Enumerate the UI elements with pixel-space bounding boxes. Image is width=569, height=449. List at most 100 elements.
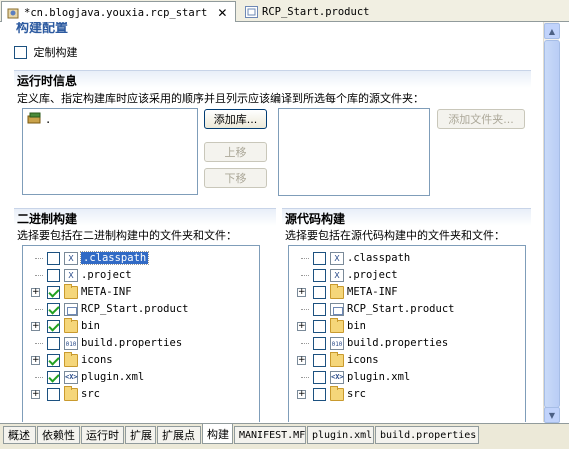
- tree-item-checkbox[interactable]: [313, 320, 326, 333]
- folder-icon: [330, 386, 344, 401]
- tree-item-checkbox[interactable]: [313, 337, 326, 350]
- tree-item-checkbox[interactable]: [47, 303, 60, 316]
- tree-item[interactable]: X .project: [23, 267, 253, 284]
- tree-item-checkbox[interactable]: [47, 337, 60, 350]
- add-library-button[interactable]: 添加库...: [204, 109, 267, 129]
- page-tab-overview[interactable]: 概述: [3, 426, 36, 444]
- tree-item-label: bin: [81, 320, 100, 332]
- tree-item-checkbox[interactable]: [47, 388, 60, 401]
- tree-item[interactable]: RCP_Start.product: [23, 301, 253, 318]
- tree-item-checkbox[interactable]: [47, 269, 60, 282]
- xml-file-icon: <X>: [330, 371, 344, 384]
- tree-item-checkbox[interactable]: [313, 286, 326, 299]
- library-jar-icon: [27, 112, 43, 127]
- expand-icon[interactable]: +: [31, 288, 40, 297]
- tree-item[interactable]: + bin: [23, 318, 253, 335]
- folder-icon: [330, 284, 344, 299]
- tree-item[interactable]: 010 build.properties: [289, 335, 519, 352]
- close-icon[interactable]: ✕: [217, 6, 227, 20]
- library-label: .: [45, 113, 52, 126]
- runtime-section-header: [14, 70, 531, 88]
- tree-item-checkbox[interactable]: [313, 303, 326, 316]
- custom-build-checkbox[interactable]: [14, 45, 27, 59]
- page-tab-extensions[interactable]: 扩展: [125, 426, 156, 444]
- tree-item[interactable]: <X> plugin.xml: [289, 369, 519, 386]
- tree-item[interactable]: X .classpath: [289, 250, 519, 267]
- library-list[interactable]: .: [22, 108, 198, 195]
- tree-item-checkbox[interactable]: [47, 371, 60, 384]
- tree-item[interactable]: 010 build.properties: [23, 335, 253, 352]
- expand-icon[interactable]: +: [297, 390, 306, 399]
- tree-item-checkbox[interactable]: [313, 252, 326, 265]
- source-build-tree[interactable]: X .classpath X .project + META-INF RCP_Start.p…: [288, 245, 526, 422]
- tree-item-label: .classpath: [347, 252, 411, 264]
- move-up-button[interactable]: 上移: [204, 142, 267, 162]
- tree-item-checkbox[interactable]: [313, 371, 326, 384]
- tree-item[interactable]: + META-INF: [23, 284, 253, 301]
- custom-build-option[interactable]: 定制构建: [14, 44, 78, 60]
- tree-item-label: icons: [347, 354, 379, 366]
- tree-item[interactable]: + icons: [289, 352, 519, 369]
- tree-connector: [35, 258, 43, 259]
- page-tab-plugin-xml[interactable]: plugin.xml: [307, 426, 374, 444]
- list-item[interactable]: .: [27, 112, 51, 127]
- tree-item-label: build.properties: [347, 337, 449, 349]
- editor-tab-product[interactable]: RCP_Start.product: [240, 1, 390, 22]
- tree-connector: [35, 377, 43, 378]
- expand-icon[interactable]: +: [31, 322, 40, 331]
- runtime-section-description: 定义库、指定构建库时应该采用的顺序并且列示应该编译到所选每个库的源文件夹：: [17, 92, 424, 105]
- page-tab-dependencies[interactable]: 依赖性: [37, 426, 80, 444]
- page-tab-build[interactable]: 构建: [202, 424, 233, 444]
- tree-item[interactable]: + src: [289, 386, 519, 403]
- editor-tab-bar: *cn.blogjava.youxia.rcp_start ✕ RCP_Star…: [0, 0, 569, 23]
- tree-item-label: .project: [81, 269, 132, 281]
- scrollbar-thumb[interactable]: [544, 40, 560, 408]
- scroll-up-button[interactable]: ▲: [544, 23, 560, 39]
- tree-item[interactable]: X .classpath: [23, 250, 253, 267]
- binary-build-tree[interactable]: X .classpath X .project + META-INF RCP_Start.p…: [22, 245, 260, 422]
- properties-file-icon: 010: [64, 337, 78, 350]
- tree-item[interactable]: + icons: [23, 352, 253, 369]
- add-folder-button[interactable]: 添加文件夹...: [437, 109, 525, 129]
- tree-item[interactable]: <X> plugin.xml: [23, 369, 253, 386]
- tree-item-label: META-INF: [81, 286, 132, 298]
- tree-item-checkbox[interactable]: [313, 388, 326, 401]
- editor-tab-manifest[interactable]: *cn.blogjava.youxia.rcp_start ✕: [1, 1, 236, 23]
- tree-item[interactable]: RCP_Start.product: [289, 301, 519, 318]
- tree-item-checkbox[interactable]: [313, 269, 326, 282]
- tree-item-checkbox[interactable]: [47, 252, 60, 265]
- tree-connector: [35, 309, 43, 310]
- tree-connector: [301, 275, 309, 276]
- tree-item-checkbox[interactable]: [47, 286, 60, 299]
- tree-item[interactable]: + src: [23, 386, 253, 403]
- tree-connector: [35, 343, 43, 344]
- expand-icon[interactable]: +: [297, 356, 306, 365]
- tree-item-checkbox[interactable]: [313, 354, 326, 367]
- product-file-icon: [330, 303, 344, 316]
- page-tab-extension-points[interactable]: 扩展点: [157, 426, 201, 444]
- vertical-scrollbar[interactable]: ▲ ▼: [543, 22, 560, 423]
- tree-connector: [301, 309, 309, 310]
- tree-item[interactable]: + bin: [289, 318, 519, 335]
- move-down-button[interactable]: 下移: [204, 168, 267, 188]
- tree-item-label: bin: [347, 320, 366, 332]
- page-tab-manifest[interactable]: MANIFEST.MF: [234, 426, 306, 444]
- tree-item-label: build.properties: [81, 337, 183, 349]
- tree-item-checkbox[interactable]: [47, 354, 60, 367]
- page-tab-build-properties[interactable]: build.properties: [375, 426, 479, 444]
- expand-icon[interactable]: +: [31, 390, 40, 399]
- tree-item[interactable]: X .project: [289, 267, 519, 284]
- expand-icon[interactable]: +: [297, 288, 306, 297]
- tree-item-label: .classpath: [79, 251, 150, 265]
- scroll-down-button[interactable]: ▼: [544, 407, 560, 423]
- page-tab-runtime[interactable]: 运行时: [81, 426, 124, 444]
- tree-connector: [301, 377, 309, 378]
- tree-item-checkbox[interactable]: [47, 320, 60, 333]
- source-folder-list[interactable]: [278, 108, 430, 196]
- tree-item[interactable]: + META-INF: [289, 284, 519, 301]
- source-build-description: 选择要包括在源代码构建中的文件夹和文件：: [285, 229, 505, 242]
- expand-icon[interactable]: +: [31, 356, 40, 365]
- expand-icon[interactable]: +: [297, 322, 306, 331]
- runtime-section-title: 运行时信息: [17, 74, 78, 88]
- editor-tab-label: RCP_Start.product: [262, 5, 370, 18]
